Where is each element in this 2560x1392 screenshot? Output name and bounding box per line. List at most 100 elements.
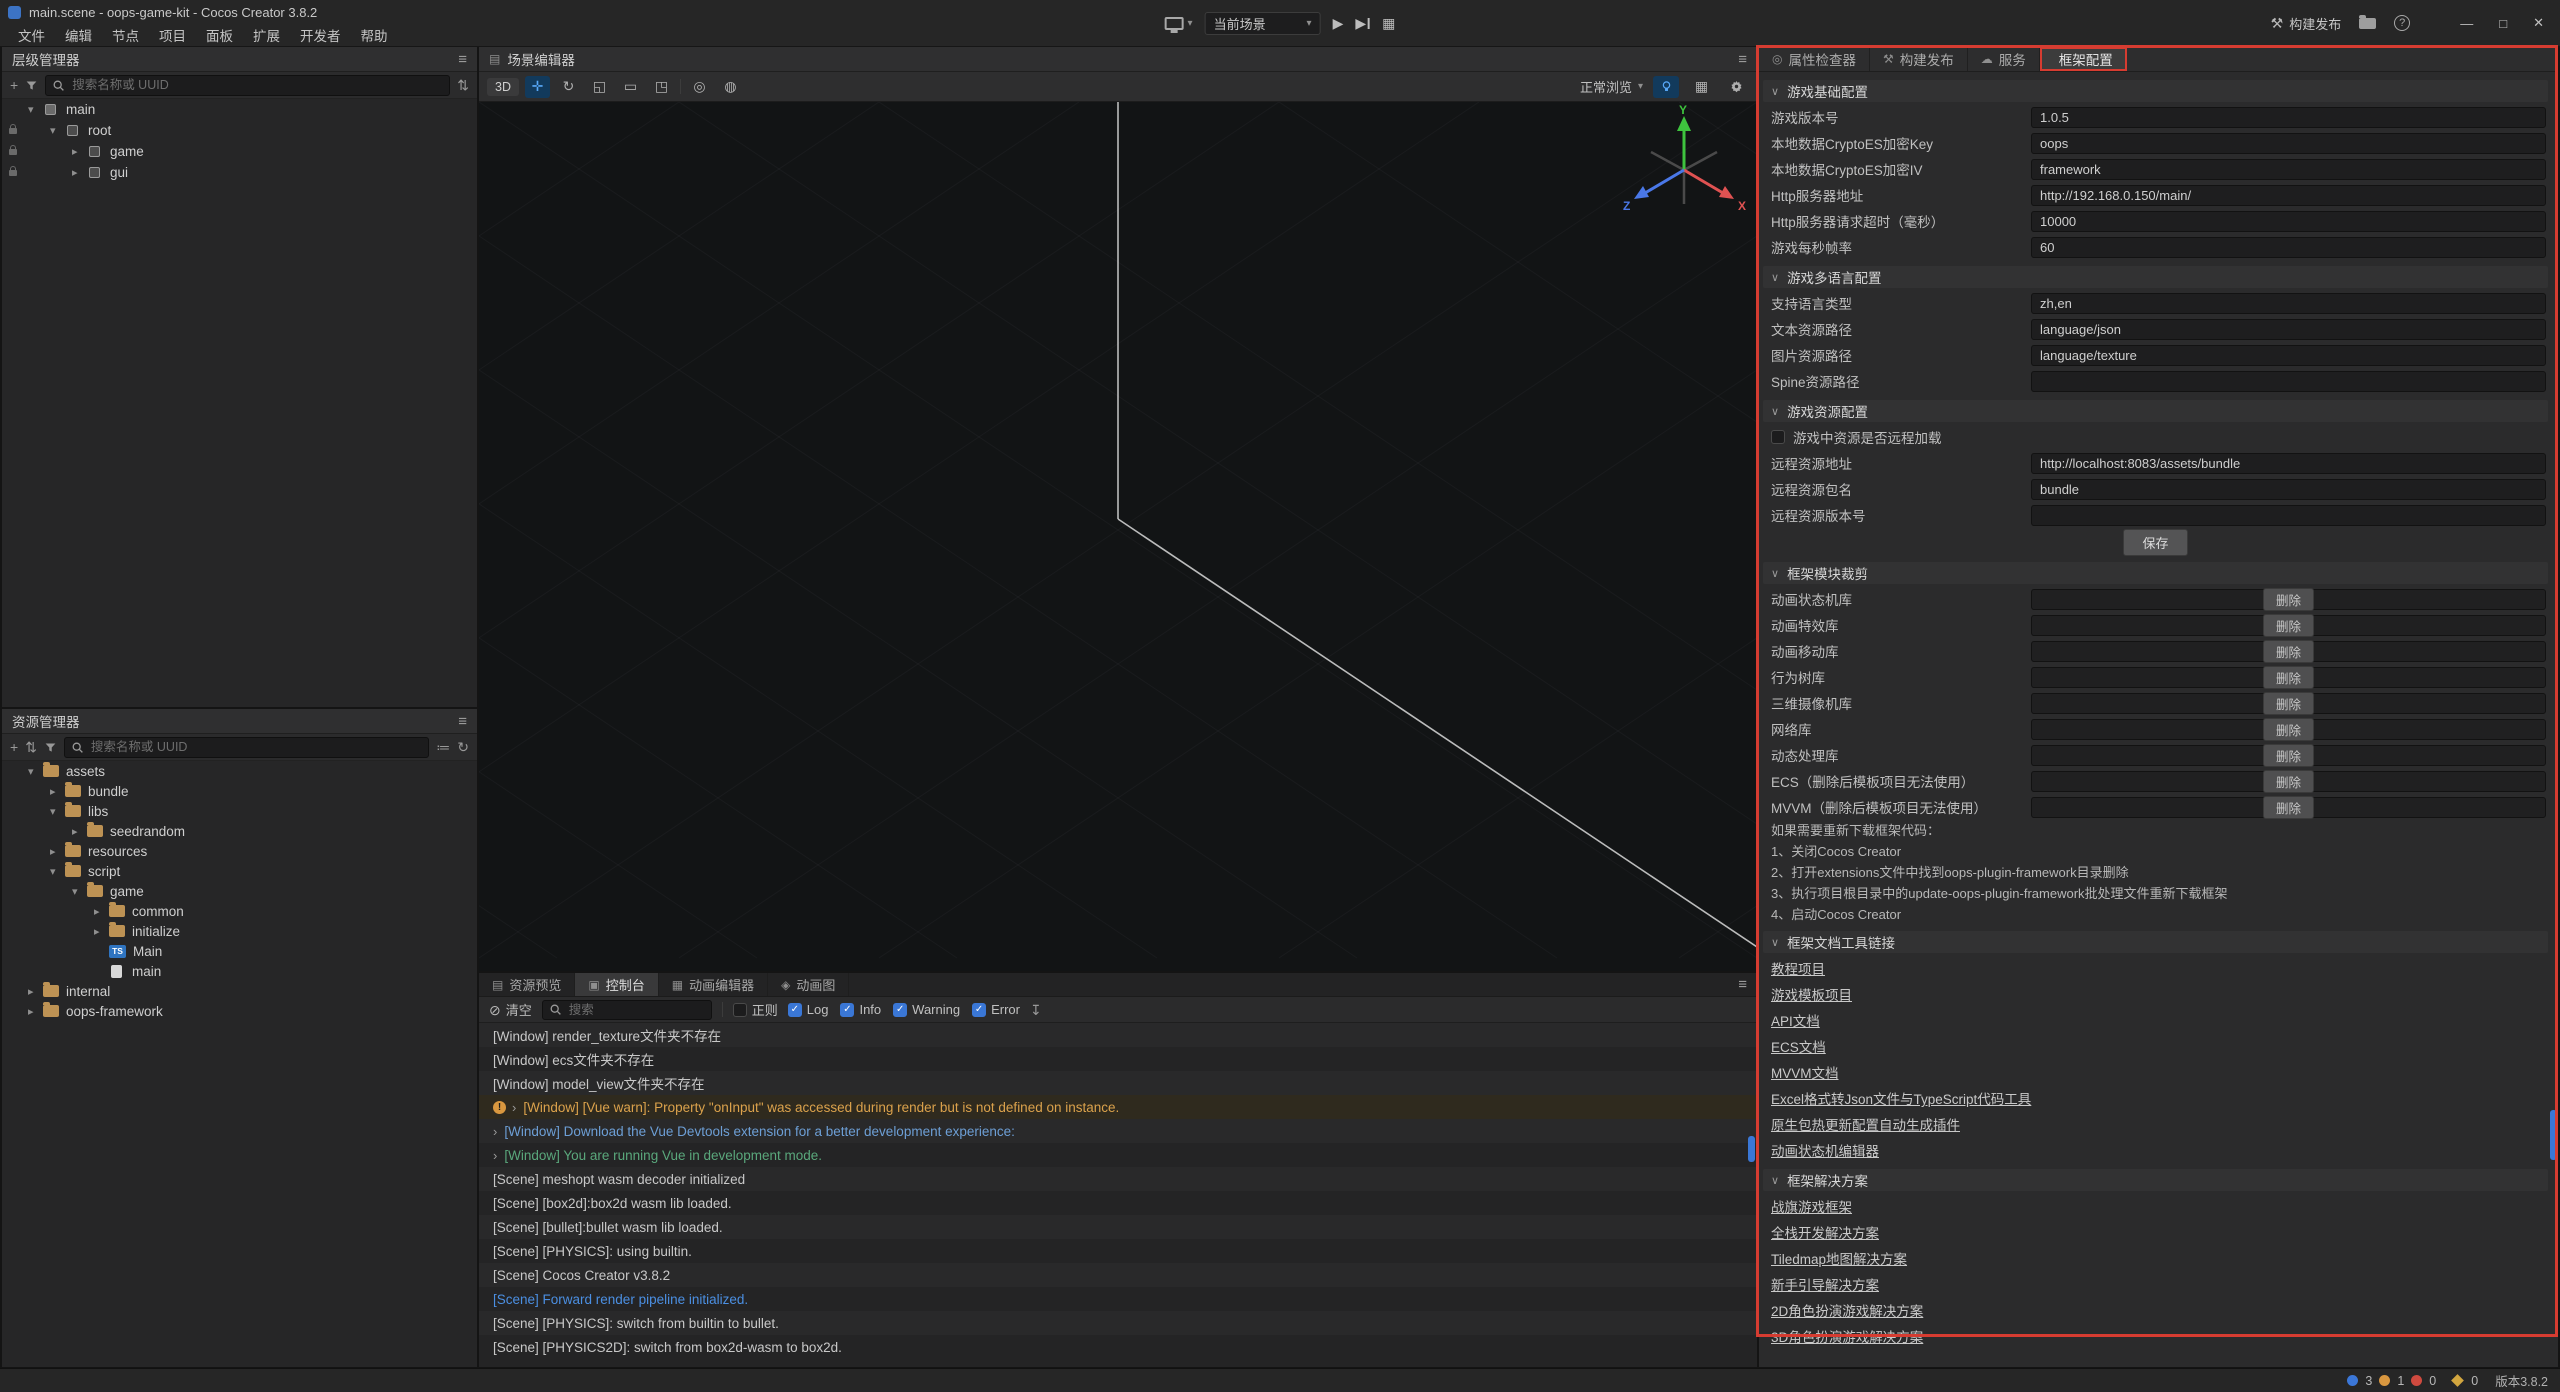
- link-row[interactable]: 游戏模板项目: [1759, 981, 2552, 1007]
- field-input[interactable]: [2031, 371, 2546, 392]
- menu-item[interactable]: 面板: [196, 25, 243, 45]
- section-header-docs[interactable]: ∨ 框架文档工具链接: [1763, 931, 2548, 953]
- link-row[interactable]: API文档: [1759, 1007, 2552, 1033]
- link-row[interactable]: 动画状态机编辑器: [1759, 1137, 2552, 1163]
- doc-link[interactable]: 动画状态机编辑器: [1771, 1140, 1879, 1160]
- scene-grid-toggle[interactable]: ▦: [1689, 76, 1714, 98]
- delete-button[interactable]: 删除: [2263, 614, 2314, 637]
- tree-caret[interactable]: [50, 805, 65, 818]
- tree-row[interactable]: root: [2, 120, 477, 141]
- link-row[interactable]: 3D角色扮演游戏解决方案: [1759, 1323, 2552, 1349]
- tree-row[interactable]: game: [2, 141, 477, 162]
- delete-button[interactable]: 删除: [2263, 744, 2314, 767]
- field-input[interactable]: [2031, 185, 2546, 206]
- console-tab[interactable]: 动画编辑器: [659, 973, 768, 996]
- tree-caret[interactable]: [50, 124, 65, 137]
- info-count-icon[interactable]: [2347, 1375, 2358, 1386]
- tree-row[interactable]: script: [2, 861, 477, 881]
- console-log-row[interactable]: ! › [Window] ecs文件夹不存在: [479, 1047, 1757, 1071]
- inspector-scrollbar-thumb[interactable]: [2550, 1110, 2557, 1160]
- build-publish-button[interactable]: ⚒构建发布: [2271, 14, 2342, 33]
- tree-row[interactable]: bundle: [2, 781, 477, 801]
- tree-row[interactable]: main: [2, 961, 477, 981]
- section-header-solutions[interactable]: ∨ 框架解决方案: [1763, 1169, 2548, 1191]
- remote-load-checkbox[interactable]: [1771, 430, 1785, 444]
- close-button[interactable]: ✕: [2529, 15, 2548, 31]
- scale-tool-button[interactable]: ◱: [587, 76, 612, 98]
- menu-item[interactable]: 开发者: [290, 25, 351, 45]
- delete-button[interactable]: 删除: [2263, 666, 2314, 689]
- console-log-row[interactable]: ! › [Window] You are running Vue in deve…: [479, 1143, 1757, 1167]
- minimize-button[interactable]: —: [2456, 16, 2477, 31]
- field-input[interactable]: [2031, 479, 2546, 500]
- tree-caret[interactable]: [28, 103, 43, 116]
- inspector-tab[interactable]: 服务: [1968, 47, 2040, 71]
- console-tab[interactable]: 资源预览: [479, 973, 575, 996]
- error-count-icon[interactable]: [2411, 1375, 2422, 1386]
- log-expand-caret[interactable]: ›: [512, 1100, 516, 1115]
- sort-icon[interactable]: ⇅: [457, 78, 469, 92]
- tree-caret[interactable]: [72, 145, 87, 158]
- log-expand-caret[interactable]: ›: [493, 1148, 497, 1163]
- assets-header[interactable]: 资源管理器 ≡: [2, 709, 477, 734]
- solution-link[interactable]: 战旗游戏框架: [1771, 1196, 1852, 1216]
- tree-caret[interactable]: [28, 1005, 43, 1018]
- section-header-modules[interactable]: ∨ 框架模块裁剪: [1763, 562, 2548, 584]
- regex-checkbox[interactable]: 正则: [733, 1000, 778, 1019]
- tree-caret[interactable]: [72, 166, 87, 179]
- panel-menu-icon[interactable]: ≡: [458, 51, 467, 68]
- link-row[interactable]: 战旗游戏框架: [1759, 1193, 2552, 1219]
- console-log-row[interactable]: ! › [Scene] [PHYSICS]: using builtin.: [479, 1239, 1757, 1263]
- tree-row[interactable]: internal: [2, 981, 477, 1001]
- delete-button[interactable]: 删除: [2263, 718, 2314, 741]
- solution-link[interactable]: Tiledmap地图解决方案: [1771, 1248, 1907, 1268]
- tree-caret[interactable]: [72, 825, 87, 838]
- console-log-row[interactable]: ! › [Window] render_texture文件夹不存在: [479, 1023, 1757, 1047]
- menu-item[interactable]: 扩展: [243, 25, 290, 45]
- panel-menu-icon[interactable]: ≡: [1738, 976, 1747, 993]
- console-log-row[interactable]: ! › [Window] model_view文件夹不存在: [479, 1071, 1757, 1095]
- play-button[interactable]: ▶: [1333, 15, 1344, 32]
- message-icon[interactable]: [2451, 1374, 2464, 1387]
- help-icon[interactable]: ?: [2394, 15, 2410, 31]
- link-row[interactable]: ECS文档: [1759, 1033, 2552, 1059]
- menu-item[interactable]: 编辑: [55, 25, 102, 45]
- section-header-language[interactable]: ∨ 游戏多语言配置: [1763, 266, 2548, 288]
- solution-link[interactable]: 全栈开发解决方案: [1771, 1222, 1879, 1242]
- doc-link[interactable]: 原生包热更新配置自动生成插件: [1771, 1114, 1960, 1134]
- scroll-lock-icon[interactable]: ↧: [1030, 1003, 1042, 1017]
- console-log-row[interactable]: ! › [Scene] meshopt wasm decoder initial…: [479, 1167, 1757, 1191]
- section-header-basic[interactable]: ∨ 游戏基础配置: [1763, 80, 2548, 102]
- doc-link[interactable]: ECS文档: [1771, 1036, 1826, 1056]
- menu-item[interactable]: 节点: [102, 25, 149, 45]
- mode-3d-button[interactable]: 3D: [487, 78, 519, 96]
- tree-row[interactable]: gui: [2, 162, 477, 183]
- tree-row[interactable]: resources: [2, 841, 477, 861]
- console-tab[interactable]: 动画图: [768, 973, 849, 996]
- field-input[interactable]: [2031, 345, 2546, 366]
- doc-link[interactable]: 游戏模板项目: [1771, 984, 1852, 1004]
- tree-row[interactable]: oops-framework: [2, 1001, 477, 1021]
- space-toggle-button[interactable]: ◍: [718, 76, 743, 98]
- link-row[interactable]: 教程项目: [1759, 955, 2552, 981]
- maximize-button[interactable]: □: [2495, 16, 2511, 31]
- doc-link[interactable]: MVVM文档: [1771, 1062, 1839, 1082]
- delete-button[interactable]: 删除: [2263, 770, 2314, 793]
- link-row[interactable]: MVVM文档: [1759, 1059, 2552, 1085]
- inspector-tab[interactable]: 框架配置: [2040, 47, 2127, 71]
- console-tab[interactable]: 控制台: [575, 973, 658, 996]
- hierarchy-header[interactable]: 层级管理器 ≡: [2, 47, 477, 72]
- console-log-row[interactable]: ! › [Scene] [bullet]:bullet wasm lib loa…: [479, 1215, 1757, 1239]
- filter-funnel-icon[interactable]: [44, 741, 57, 754]
- tree-row[interactable]: game: [2, 881, 477, 901]
- scene-header[interactable]: ▤ 场景编辑器 ≡: [479, 47, 1757, 72]
- field-input[interactable]: [2031, 107, 2546, 128]
- scene-settings-button[interactable]: [1724, 76, 1749, 98]
- tree-row[interactable]: libs: [2, 801, 477, 821]
- tree-caret[interactable]: [72, 885, 87, 898]
- tree-row[interactable]: seedrandom: [2, 821, 477, 841]
- console-scrollbar-thumb[interactable]: [1748, 1136, 1755, 1162]
- filter-list-icon[interactable]: ≔: [436, 740, 450, 754]
- field-input[interactable]: [2031, 133, 2546, 154]
- doc-link[interactable]: API文档: [1771, 1010, 1820, 1030]
